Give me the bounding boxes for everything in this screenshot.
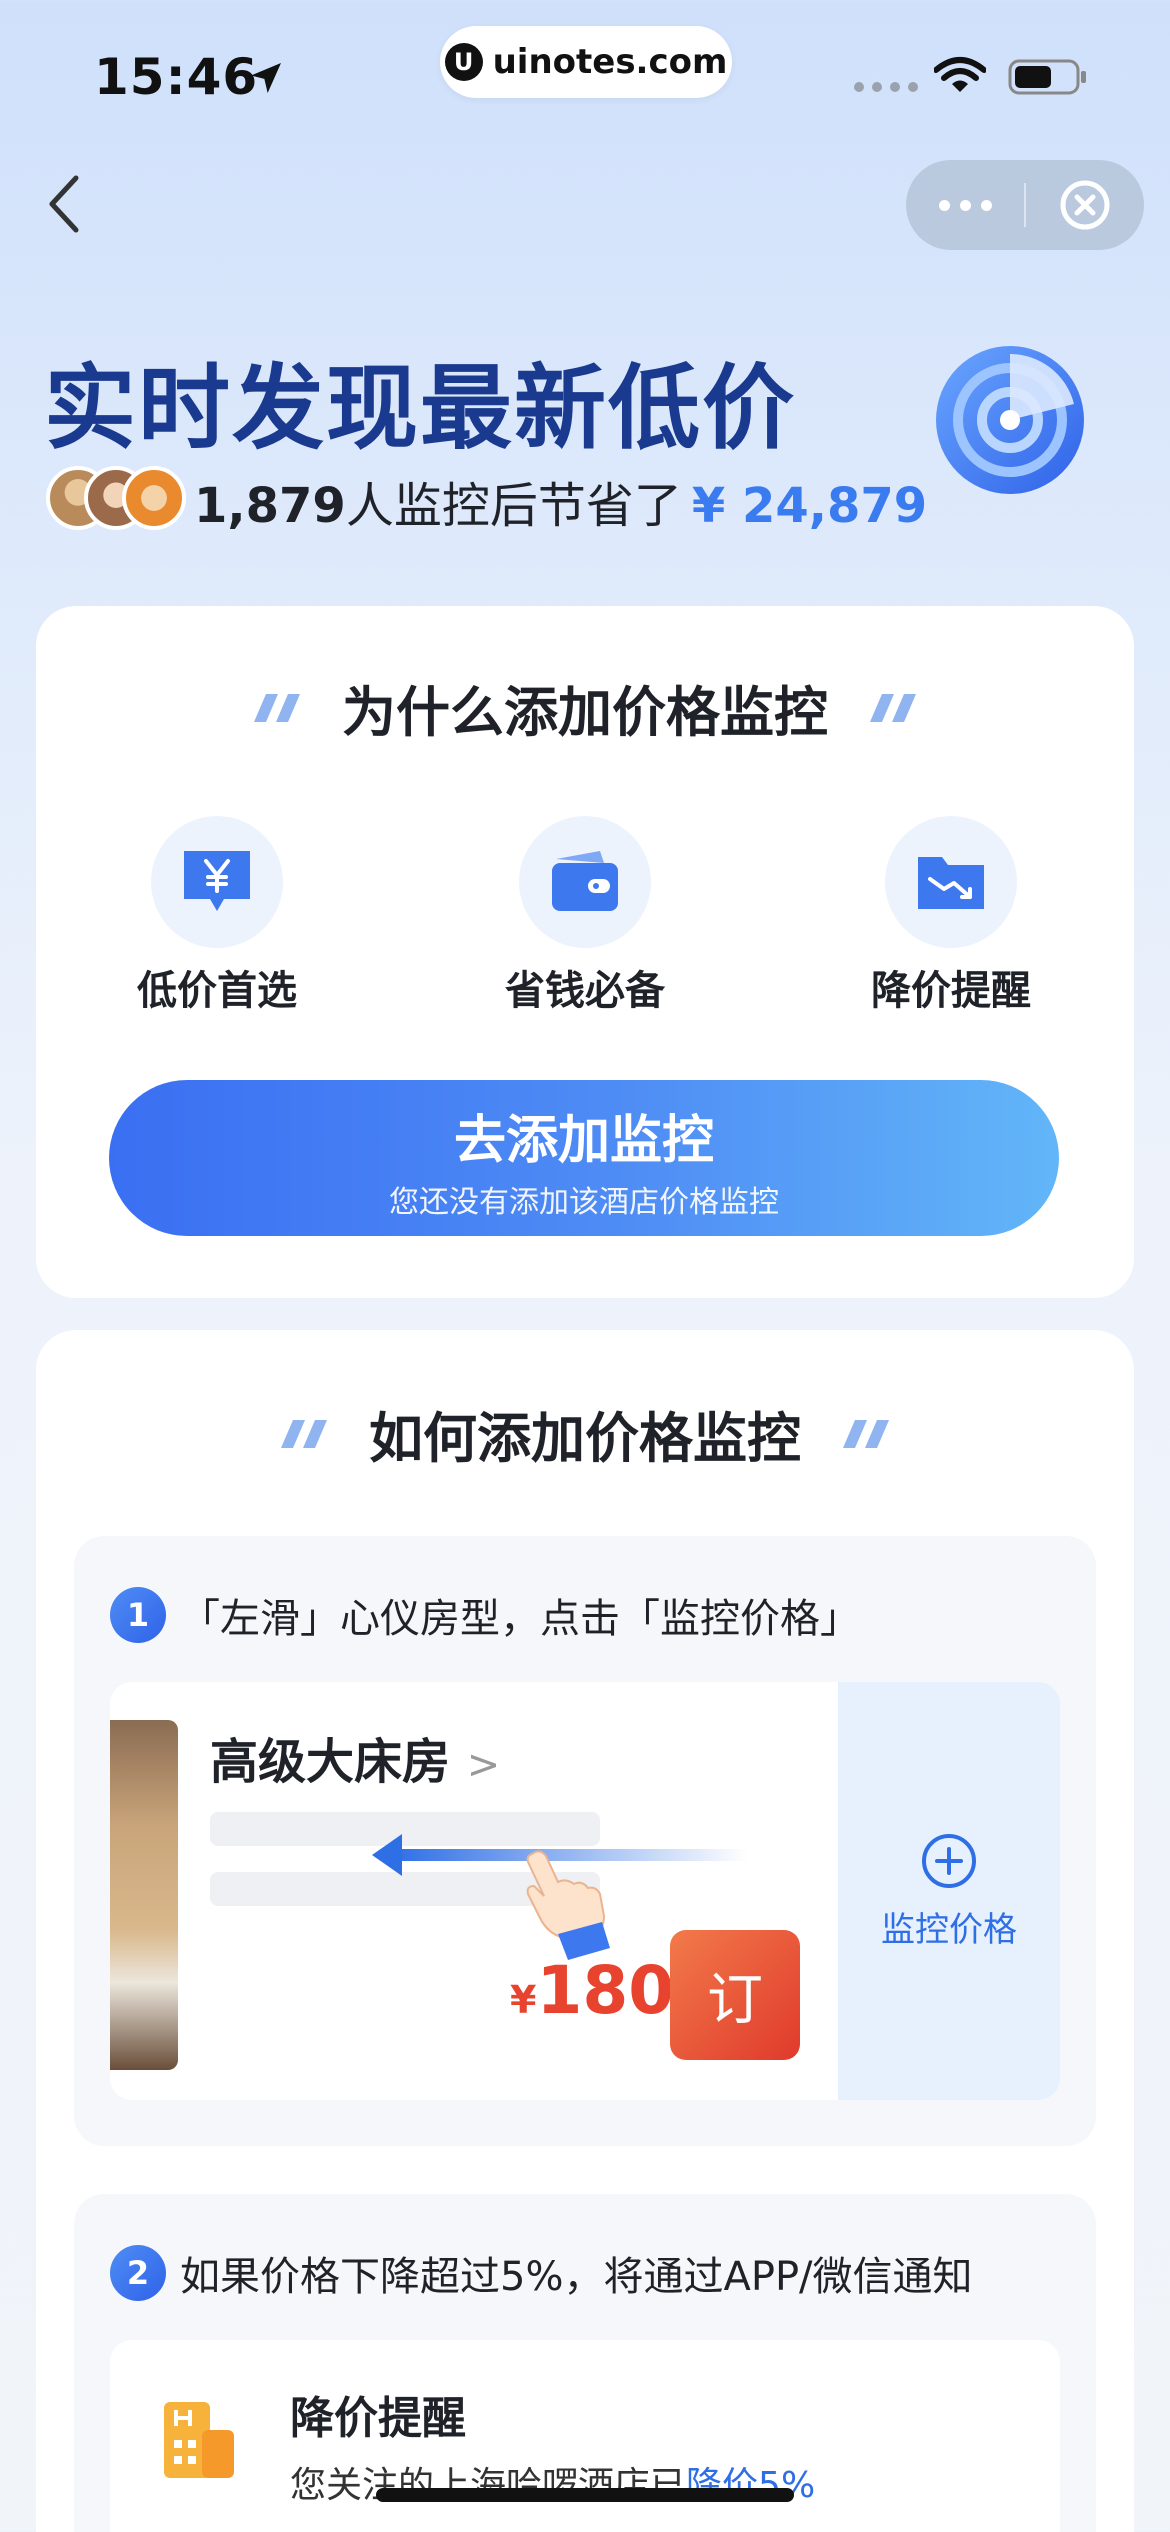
add-monitor-button[interactable]: 去添加监控 您还没有添加该酒店价格监控 [109,1080,1059,1236]
hotel-building-icon [164,2402,234,2478]
status-time: 15:46 [94,48,259,106]
room-price: ¥180 [510,1952,674,2029]
wallet-icon [552,851,618,911]
close-circle-icon [1060,180,1110,230]
yen-chat-icon [184,851,250,911]
quote-left-icon [254,693,300,722]
wifi-icon [934,57,986,92]
room-name-row: 高级大床房 > [210,1722,500,1792]
how-to-card: 如何添加价格监控 1 「左滑」心仪房型，点击「监控价格」 高级大床房 > ¥18… [36,1330,1134,2532]
price-value: 180 [536,1952,675,2029]
monitor-price-action[interactable]: 监控价格 [838,1682,1060,2100]
quote-left-icon [281,1419,327,1448]
notification-title: 降价提醒 [290,2393,466,2444]
home-indicator[interactable] [376,2488,794,2502]
why-title: 为什么添加价格监控 [342,681,828,744]
savings-summary: 1,879 人监控后节省了 ¥ 24,879 [194,466,927,536]
swipe-demo: 高级大床房 > ¥180 订 监控价格 [110,1682,1060,2100]
how-section-title: 如何添加价格监控 [36,1394,1134,1473]
step-number-badge: 1 [110,1587,166,1643]
hand-pointer-icon [526,1850,610,1960]
step-2-box: 2 如果价格下降超过5%，将通过APP/微信通知 降价提醒 您关注的上海哈啰酒店… [74,2194,1096,2532]
price-drop-notification: 降价提醒 您关注的上海哈啰酒店已降价5% [110,2340,1060,2532]
feature-item: 省钱必备 [465,816,705,1016]
avatar-group [46,466,186,530]
chevron-right-icon: > [466,1742,501,1788]
page-title: 实时发现最新低价 [44,355,797,462]
saved-text: 人监控后节省了 [345,478,682,534]
room-name: 高级大床房 [210,1734,451,1790]
site-logo-icon: U [444,43,483,81]
add-monitor-sublabel: 您还没有添加该酒店价格监控 [389,1185,779,1220]
monitor-price-label: 监控价格 [881,1909,1017,1950]
mini-program-capsule [906,160,1144,250]
step-1-header: 1 「左滑」心仪房型，点击「监控价格」 [110,1586,860,1644]
add-monitor-label: 去添加监控 [453,1111,714,1171]
radar-icon [936,346,1084,494]
saved-count: 1,879 [194,478,346,534]
feature-label: 降价提醒 [871,968,1031,1014]
step-1-text: 「左滑」心仪房型，点击「监控价格」 [180,1596,860,1642]
price-currency: ¥ [510,1978,537,2022]
add-circle-icon [922,1833,976,1888]
saved-amount: ¥ 24,879 [691,478,928,534]
url-pill[interactable]: U uinotes.com [440,26,732,98]
room-photo [110,1720,178,2070]
feature-item: 降价提醒 [831,816,1071,1016]
location-arrow-icon [251,63,281,93]
book-button[interactable]: 订 [670,1930,800,2060]
avatar [122,466,186,530]
feature-item: 低价首选 [97,816,337,1016]
step-2-text: 如果价格下降超过5%，将通过APP/微信通知 [180,2254,973,2300]
url-text: uinotes.com [492,42,728,82]
chevron-left-icon[interactable] [44,172,84,236]
feature-icon-circle [885,816,1017,948]
step-2-header: 2 如果价格下降超过5%，将通过APP/微信通知 [110,2244,973,2302]
feature-icon-circle [151,816,283,948]
how-title: 如何添加价格监控 [369,1407,801,1470]
feature-label: 低价首选 [137,968,297,1014]
step-1-box: 1 「左滑」心仪房型，点击「监控价格」 高级大床房 > ¥180 订 监控价格 [74,1536,1096,2146]
price-drop-folder-icon [918,857,984,909]
close-button[interactable] [1026,178,1144,232]
cellular-signal-icon [854,82,918,92]
step-number-badge: 2 [110,2245,166,2301]
quote-right-icon [843,1419,889,1448]
why-monitor-card: 为什么添加价格监控 低价首选 省钱必备 降价提醒 去添加监控 您还没有添加该酒店… [36,606,1134,1298]
why-section-title: 为什么添加价格监控 [36,668,1134,747]
more-dots-icon[interactable] [906,160,1024,250]
quote-right-icon [870,693,916,722]
battery-icon [1008,59,1086,95]
feature-label: 省钱必备 [505,968,665,1014]
feature-icon-circle [519,816,651,948]
